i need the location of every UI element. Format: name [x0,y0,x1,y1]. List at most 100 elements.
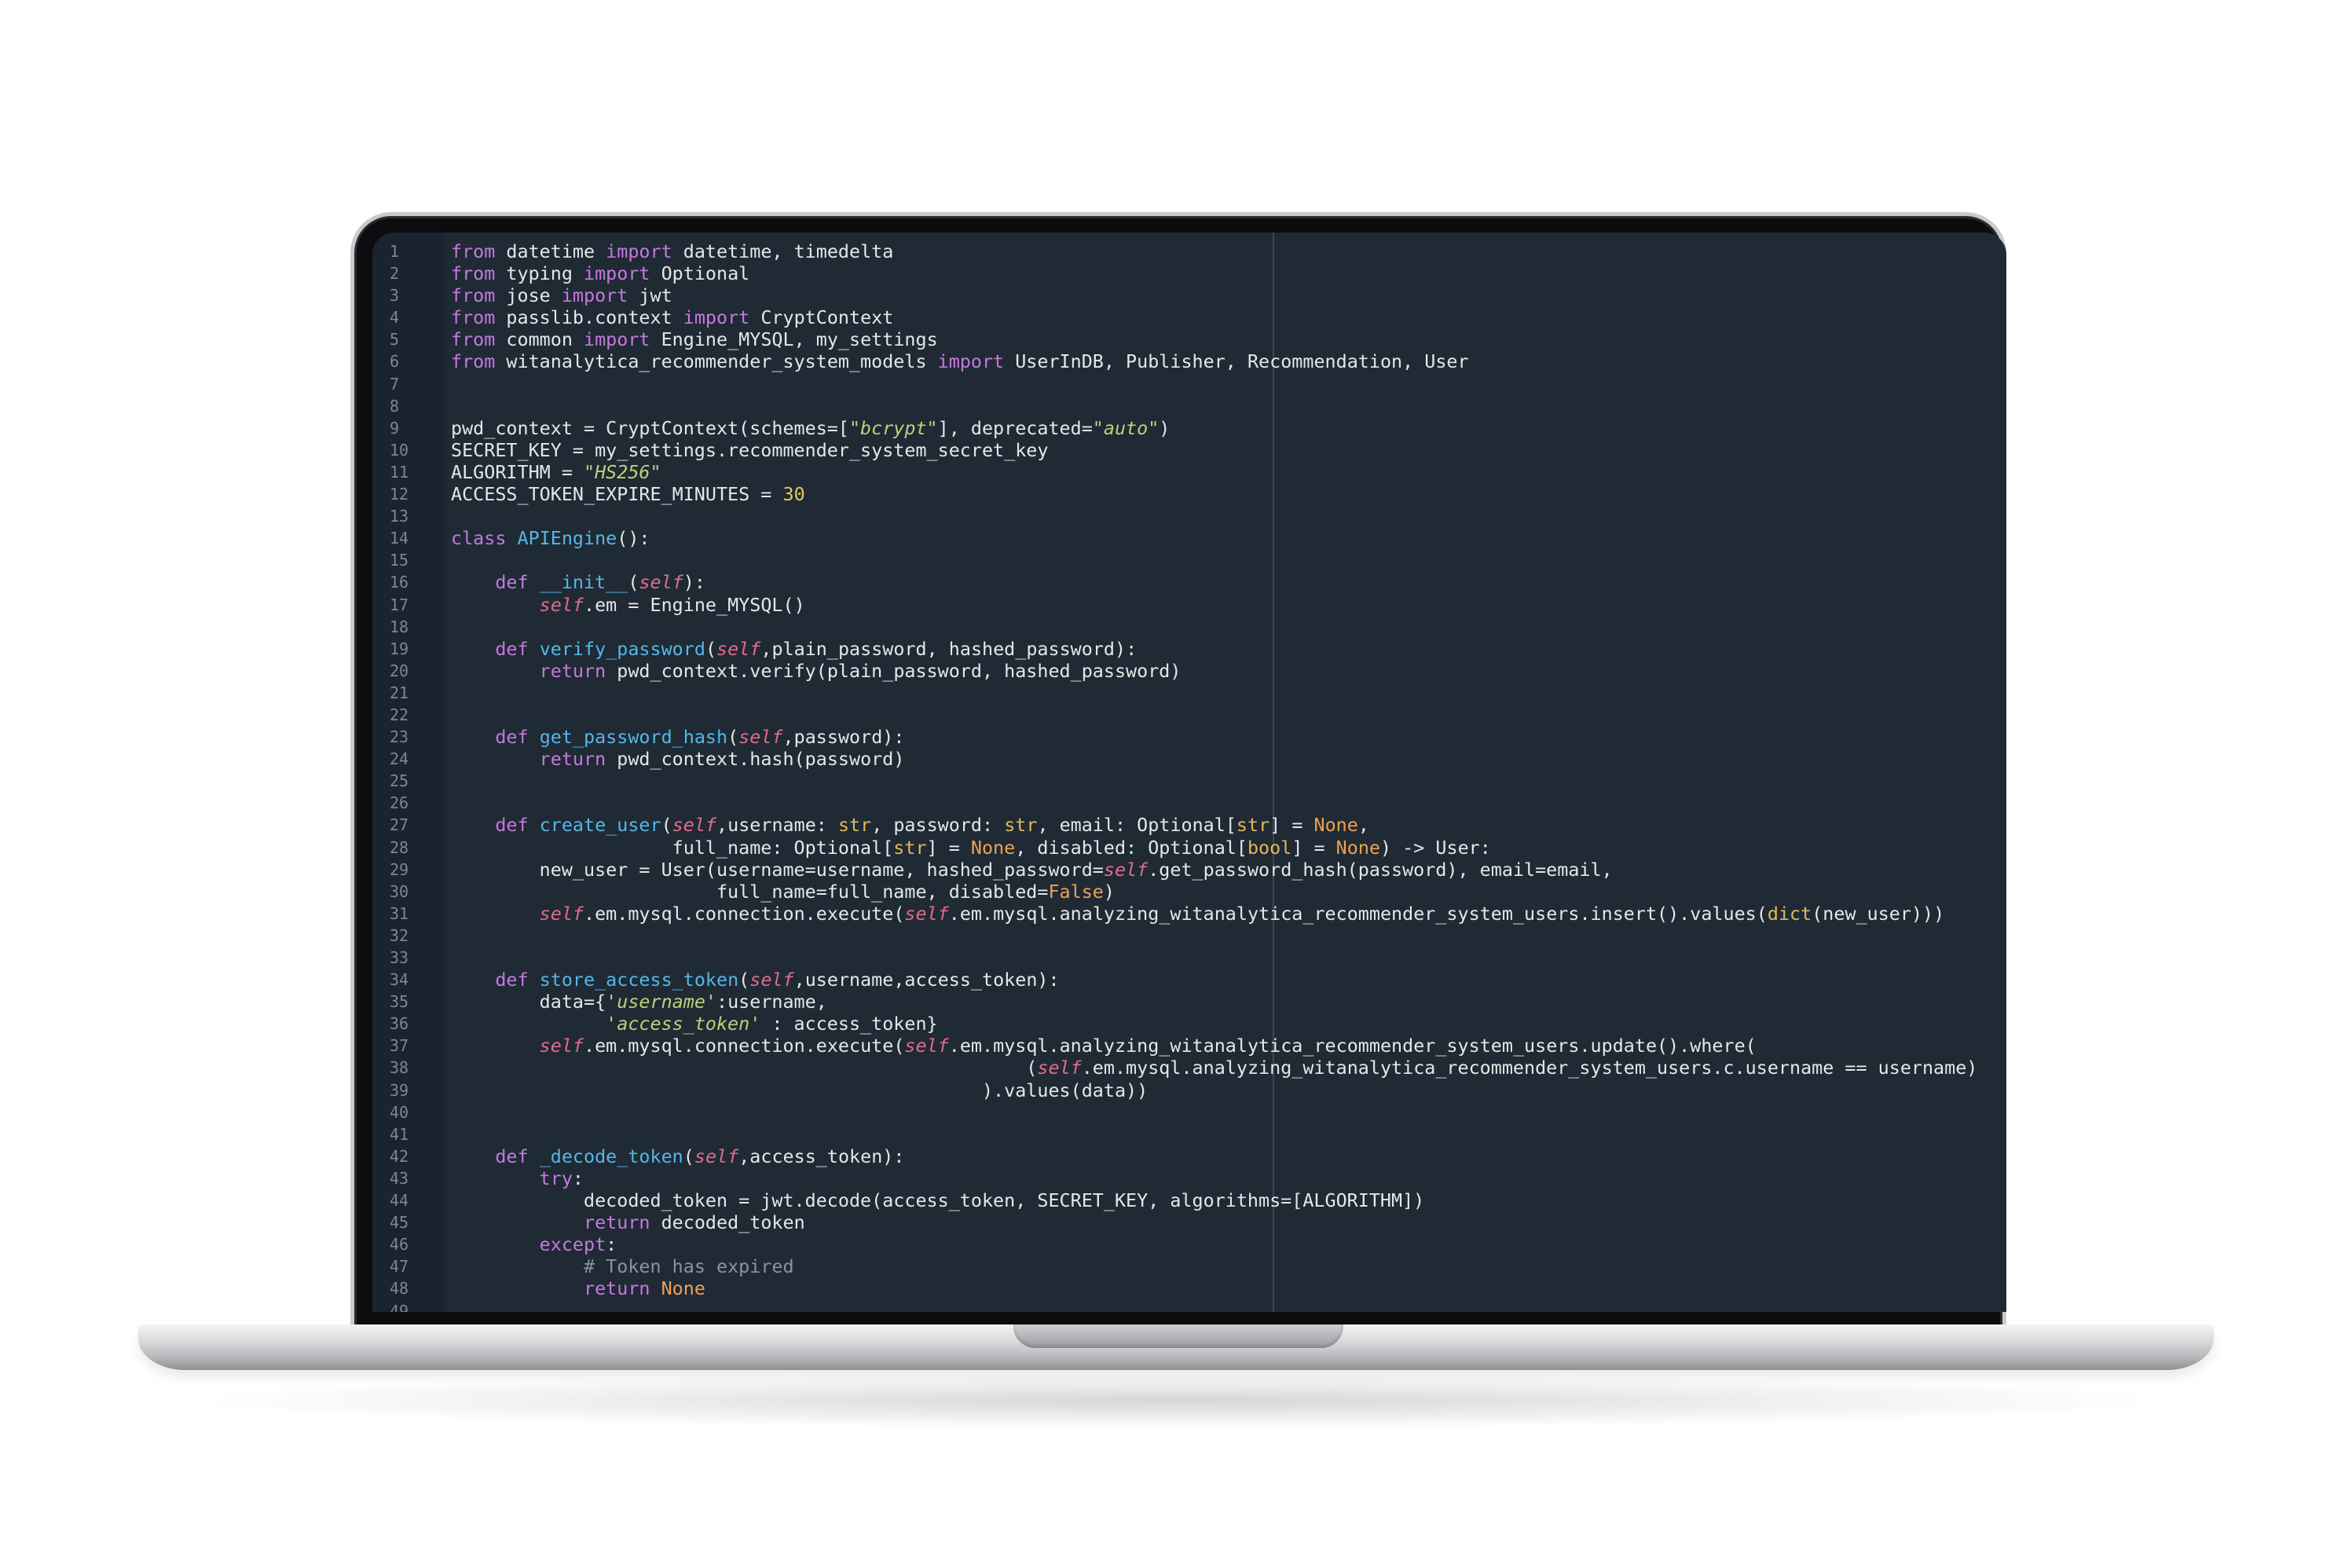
line-source: ).values(data)) [451,1079,1148,1101]
code-line[interactable]: 31 self.em.mysql.connection.execute(self… [372,903,2006,925]
line-number: 18 [390,617,409,636]
code-token: :username, [716,991,827,1013]
code-line[interactable]: 12 ACCESS_TOKEN_EXPIRE_MINUTES = 30 [372,483,2006,505]
code-line[interactable]: 3 from jose import jwt [372,284,2006,306]
code-line[interactable]: 19 def verify_password(self,plain_passwo… [372,638,2006,660]
code-line[interactable]: 49 [372,1300,2006,1313]
line-number: 42 [390,1146,409,1166]
code-line[interactable]: 2 from typing import Optional [372,262,2006,284]
code-line[interactable]: 4 from passlib.context import CryptContex… [372,306,2006,328]
line-number: 46 [390,1235,409,1255]
code-token: ] = [1291,836,1336,859]
keyword-token: try [539,1167,573,1189]
code-token: ( [628,571,639,594]
code-line[interactable]: 29 new_user = User(username=username, ha… [372,859,2006,881]
code-line[interactable]: 32 [372,925,2006,947]
line-number: 17 [390,595,409,614]
code-area[interactable]: 1 from datetime import datetime, timedelt… [372,240,2006,1312]
code-token: ( [738,969,750,991]
keyword-token: def [495,571,529,594]
keyword-token: import [584,262,650,285]
code-token: ,password): [782,726,905,749]
code-editor[interactable]: 1 from datetime import datetime, timedelt… [372,233,2006,1312]
code-line[interactable]: 1 from datetime import datetime, timedelt… [372,240,2006,262]
code-line[interactable]: 25 [372,770,2006,792]
code-line[interactable]: 13 [372,505,2006,527]
code-line[interactable]: 28 full_name: Optional[str] = None, disa… [372,837,2006,859]
constant-token: False [1048,880,1104,903]
code-line[interactable]: 21 [372,682,2006,704]
code-line[interactable]: 37 self.em.mysql.connection.execute(self… [372,1035,2006,1057]
line-number: 22 [390,705,409,724]
line-source: decoded_token = jwt.decode(access_token,… [451,1189,1424,1211]
code-line[interactable]: 10 SECRET_KEY = my_settings.recommender_s… [372,439,2006,461]
code-line[interactable]: 22 [372,704,2006,726]
code-line[interactable]: 34 def store_access_token(self,username,… [372,969,2006,991]
code-line[interactable]: 41 [372,1123,2006,1145]
code-line[interactable]: 16 def __init__(self): [372,571,2006,593]
code-token: full_name: Optional[ [451,836,894,859]
code-line[interactable]: 33 [372,947,2006,969]
code-token: pwd_context.verify(plain_password, hashe… [606,659,1181,682]
keyword-token: import [683,306,750,329]
code-line[interactable]: 9 pwd_context = CryptContext(schemes=["bc… [372,417,2006,439]
code-line[interactable]: 42 def _decode_token(self,access_token): [372,1145,2006,1167]
code-token: .em.mysql.connection.execute( [584,902,905,925]
code-line[interactable]: 26 [372,792,2006,814]
code-line[interactable]: 18 [372,616,2006,638]
keyword-token: import [937,350,1005,373]
code-line[interactable]: 44 decoded_token = jwt.decode(access_tok… [372,1189,2006,1211]
code-token: Engine_MYSQL, my_settings [650,328,938,351]
code-line[interactable]: 14 class APIEngine(): [372,527,2006,549]
code-line[interactable]: 8 [372,395,2006,417]
code-token: witanalytica_recommender_system_models [495,350,938,373]
code-line[interactable]: 15 [372,549,2006,571]
keyword-token: from [451,240,496,262]
code-line[interactable]: 27 def create_user(self,username: str, p… [372,814,2006,836]
line-source: self.em = Engine_MYSQL() [451,594,805,616]
string-token: 'username' [606,991,716,1013]
code-token: Optional [650,262,750,285]
code-line[interactable]: 17 self.em = Engine_MYSQL() [372,594,2006,616]
constant-token: None [1335,836,1380,859]
code-line[interactable]: 5 from common import Engine_MYSQL, my_set… [372,328,2006,350]
code-line[interactable]: 7 [372,373,2006,395]
keyword-token: def [495,969,529,991]
code-line[interactable]: 46 except: [372,1233,2006,1255]
keyword-token: def [495,1145,529,1167]
line-source: ACCESS_TOKEN_EXPIRE_MINUTES = 30 [451,483,805,505]
code-line[interactable]: 36 'access_token' : access_token} [372,1013,2006,1035]
code-line[interactable]: 6 from witanalytica_recommender_system_mo… [372,350,2006,372]
builtin-token: dict [1767,902,1812,925]
code-token: common [495,328,584,351]
code-token: ( [705,637,717,660]
code-token: ): [683,571,705,594]
code-line[interactable]: 39 ).values(data)) [372,1079,2006,1101]
keyword-token: def [495,814,529,837]
keyword-token: from [451,306,496,329]
code-line[interactable]: 47 # Token has expired [372,1255,2006,1277]
code-token: ) -> User: [1380,836,1491,859]
code-line[interactable]: 40 [372,1101,2006,1123]
keyword-token: def [495,726,529,749]
code-line[interactable]: 23 def get_password_hash(self,password): [372,726,2006,748]
code-line[interactable]: 38 (self.em.mysql.analyzing_witanalytica… [372,1057,2006,1079]
line-number: 38 [390,1058,409,1078]
laptop-hinge-notch [1013,1324,1343,1348]
code-line[interactable]: 24 return pwd_context.hash(password) [372,748,2006,770]
code-line[interactable]: 30 full_name=full_name, disabled=False) [372,881,2006,903]
code-line[interactable]: 35 data={'username':username, [372,991,2006,1013]
code-token: .em.mysql.connection.execute( [584,1035,905,1057]
code-line[interactable]: 45 return decoded_token [372,1211,2006,1233]
code-line[interactable]: 11 ALGORITHM = "HS256" [372,461,2006,483]
code-line[interactable]: 48 return None [372,1277,2006,1299]
code-line[interactable]: 20 return pwd_context.verify(plain_passw… [372,660,2006,682]
line-source: self.em.mysql.connection.execute(self.em… [451,902,1945,925]
line-source: from common import Engine_MYSQL, my_sett… [451,328,938,350]
keyword-token: from [451,328,496,351]
code-line[interactable]: 43 try: [372,1167,2006,1189]
